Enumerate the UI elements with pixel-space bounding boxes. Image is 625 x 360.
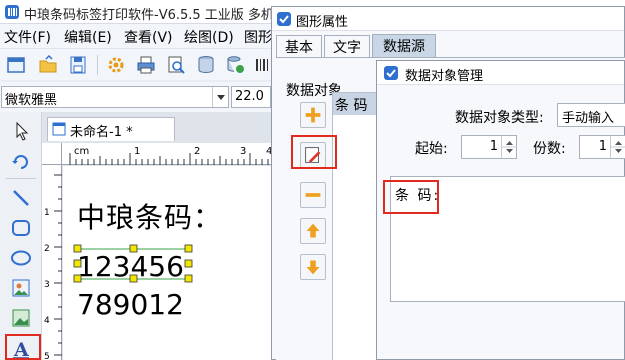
document-tab[interactable]: 未命名-1 * (47, 117, 175, 141)
tab-basic[interactable]: 基本 (276, 35, 322, 57)
label-number-line2[interactable]: 789012 (77, 288, 184, 321)
remove-icon[interactable] (300, 182, 326, 208)
font-family-select[interactable]: 微软雅黑 (1, 86, 229, 108)
database-settings-icon[interactable] (225, 54, 247, 76)
dialog-icon (384, 66, 398, 80)
chevron-down-icon[interactable] (212, 87, 228, 107)
drawing-toolbox: A (0, 112, 42, 360)
copies-spinner[interactable]: 1 (579, 135, 625, 159)
horizontal-ruler: cm 1 2 3 4 (62, 143, 275, 165)
data-object-type-value: 手动输入 (562, 111, 615, 126)
text-tool-highlight (5, 334, 41, 360)
ruler-left-tick-label: 4 (44, 316, 50, 326)
edit-button-highlight (291, 135, 337, 169)
dialog-title: 图形属性 (296, 15, 349, 30)
copies-value: 1 (598, 139, 607, 154)
app-title: 中琅条码标签打印软件-V6.5.5 工业版 多机 (24, 8, 274, 23)
font-size-input[interactable]: 22.0 (231, 86, 271, 108)
spinner-arrows-icon[interactable] (610, 136, 625, 158)
label-title-text[interactable]: 中琅条码： (77, 196, 222, 236)
ruler-corner (42, 143, 62, 165)
ruler-left-tick-label: 1 (44, 208, 50, 218)
move-down-icon[interactable] (300, 254, 326, 280)
ruler-unit-label: cm (74, 146, 89, 157)
tab-data-source[interactable]: 数据源 (372, 34, 436, 58)
settings-gear-icon[interactable] (105, 54, 127, 76)
menu-file[interactable]: 文件(F) (4, 27, 51, 47)
print-icon[interactable] (135, 54, 157, 76)
document-icon (52, 122, 66, 136)
ruler-left-tick-label: 5 (44, 352, 50, 360)
ruler-left-tick-label: 3 (44, 280, 50, 290)
save-icon[interactable] (67, 54, 89, 76)
select-pointer-icon[interactable] (9, 120, 33, 144)
dialog-title-bar: 数据对象管理 (377, 61, 624, 85)
start-value: 1 (489, 139, 498, 154)
dialog-title-bar: 图形属性 (272, 7, 624, 31)
spinner-arrows-icon[interactable] (501, 136, 517, 158)
data-object-list[interactable]: 条 码 (332, 92, 378, 360)
ellipse-tool-icon[interactable] (9, 246, 33, 270)
new-document-icon[interactable] (5, 54, 27, 76)
picture-tool-icon[interactable] (9, 306, 33, 330)
menu-draw[interactable]: 绘图(D) (184, 27, 234, 47)
menu-view[interactable]: 查看(V) (124, 27, 173, 47)
menu-graphics[interactable]: 图形 (244, 27, 272, 47)
data-object-type-label: 数据对象类型: (455, 110, 544, 126)
start-label: 起始: (415, 141, 448, 157)
font-family-value: 微软雅黑 (5, 93, 58, 108)
ruler-tick-label: 3 (240, 146, 246, 157)
line-tool-icon[interactable] (9, 186, 33, 210)
database-icon[interactable] (195, 54, 217, 76)
add-icon[interactable] (300, 102, 326, 128)
copies-label: 份数: (533, 141, 566, 157)
font-size-value: 22.0 (235, 89, 264, 104)
label-canvas[interactable]: 中琅条码： 123456 789012 (63, 166, 275, 360)
document-tab-label: 未命名-1 * (70, 125, 133, 140)
data-object-type-select[interactable]: 手动输入 (557, 103, 625, 127)
ruler-left-tick-label: 2 (44, 244, 50, 254)
dialog-title: 数据对象管理 (405, 69, 484, 84)
dialog-icon (277, 12, 291, 26)
rotate-tool-icon[interactable] (9, 148, 33, 172)
open-folder-icon[interactable] (37, 54, 59, 76)
ruler-tick-label: 1 (134, 146, 140, 157)
vertical-ruler: 1 2 3 4 5 (42, 165, 62, 360)
list-item[interactable]: 条 码 (333, 93, 377, 115)
print-preview-icon[interactable] (165, 54, 187, 76)
text-content-highlight (383, 180, 439, 214)
menu-edit[interactable]: 编辑(E) (64, 27, 112, 47)
app-logo-icon (5, 5, 19, 19)
move-up-icon[interactable] (300, 218, 326, 244)
rounded-rectangle-tool-icon[interactable] (9, 216, 33, 240)
document-area: 未命名-1 * cm 1 2 3 4 1 2 3 4 5 中琅条码： 12345… (42, 112, 275, 360)
ruler-tick-label: 2 (194, 146, 200, 157)
start-spinner[interactable]: 1 (461, 135, 517, 159)
selection-handles[interactable] (73, 244, 193, 284)
image-tool-icon[interactable] (9, 276, 33, 300)
tab-text[interactable]: 文字 (324, 35, 370, 57)
